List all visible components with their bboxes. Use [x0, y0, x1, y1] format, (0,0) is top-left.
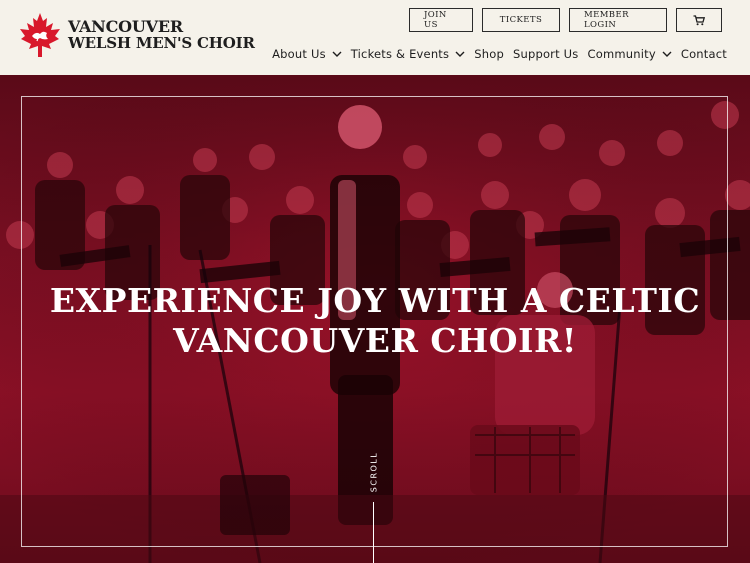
hero-headline: EXPERIENCE JOY WITH A CELTIC VANCOUVER C…: [0, 281, 750, 361]
utility-buttons: JOIN US TICKETS MEMBER LOGIN: [409, 8, 722, 32]
nav-item-support-us[interactable]: Support Us: [513, 47, 579, 61]
logo-line-1: VANCOUVER: [68, 17, 183, 36]
maple-leaf-dragon-logo: [20, 13, 60, 57]
scroll-label: SCROLL: [369, 451, 379, 493]
scroll-indicator[interactable]: SCROLL: [362, 447, 386, 497]
nav-item-label: About Us: [272, 47, 326, 61]
member-login-button[interactable]: MEMBER LOGIN: [569, 8, 667, 32]
hero-headline-line-2: VANCOUVER CHOIR!: [173, 321, 577, 360]
cart-icon: [693, 14, 705, 25]
hero-section: EXPERIENCE JOY WITH A CELTIC VANCOUVER C…: [0, 75, 750, 563]
nav-item-label: Contact: [680, 47, 727, 61]
logo-wordmark: VANCOUVER WELSH MEN'S CHOIR: [68, 17, 255, 52]
nav-item-about-us[interactable]: About Us: [272, 47, 342, 61]
tickets-button[interactable]: TICKETS: [482, 8, 560, 32]
main-nav: About Us Tickets & Events Shop Support U…: [263, 47, 727, 61]
chevron-down-icon: [332, 51, 342, 57]
cart-button[interactable]: [676, 8, 722, 32]
chevron-down-icon: [455, 51, 465, 57]
site-logo[interactable]: VANCOUVER WELSH MEN'S CHOIR: [18, 12, 255, 58]
nav-item-label: Community: [587, 47, 656, 61]
site-header: VANCOUVER WELSH MEN'S CHOIR JOIN US TICK…: [0, 0, 750, 75]
nav-item-label: Support Us: [512, 47, 579, 61]
nav-item-contact[interactable]: Contact: [681, 47, 727, 61]
join-us-button[interactable]: JOIN US: [409, 8, 473, 32]
hero-headline-line-1: EXPERIENCE JOY WITH A CELTIC: [49, 281, 701, 320]
chevron-down-icon: [662, 51, 672, 57]
scroll-line: [373, 502, 374, 563]
nav-item-shop[interactable]: Shop: [474, 47, 504, 61]
logo-line-2: WELSH MEN'S CHOIR: [68, 34, 255, 52]
nav-item-community[interactable]: Community: [587, 47, 672, 61]
nav-item-label: Shop: [474, 47, 504, 61]
nav-item-tickets-events[interactable]: Tickets & Events: [351, 47, 465, 61]
nav-item-label: Tickets & Events: [350, 47, 450, 61]
